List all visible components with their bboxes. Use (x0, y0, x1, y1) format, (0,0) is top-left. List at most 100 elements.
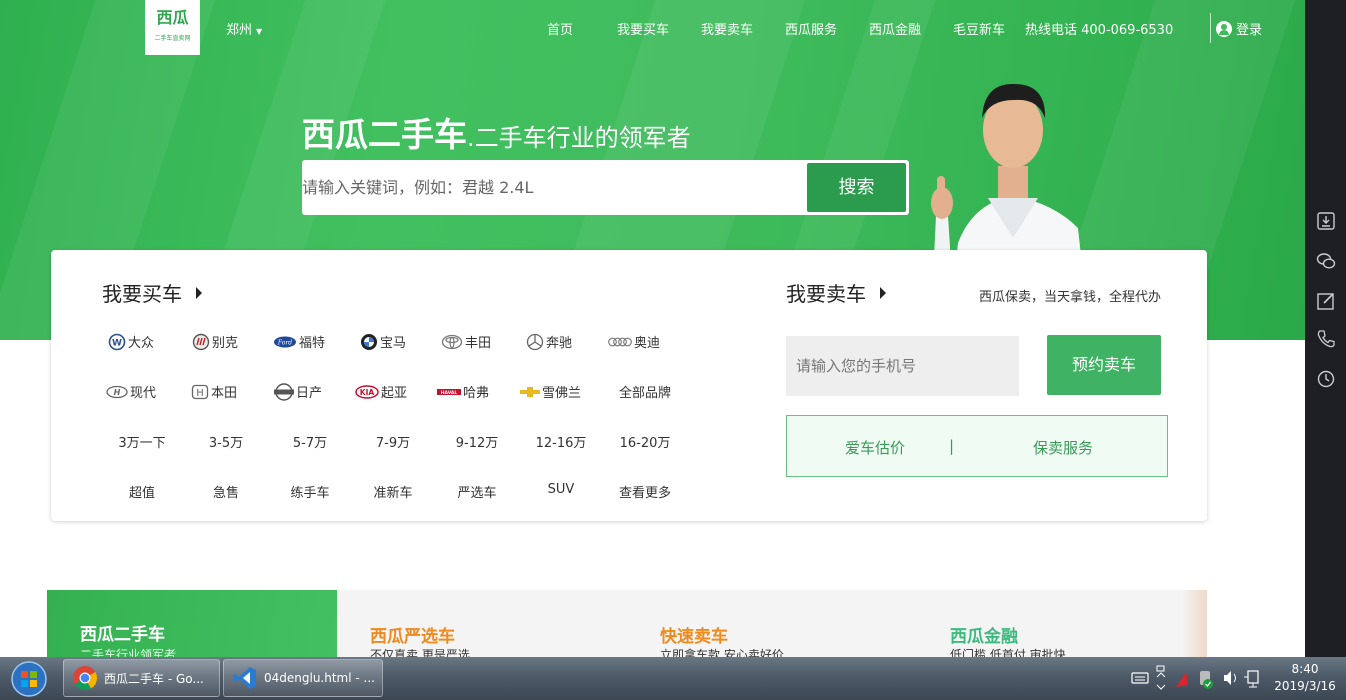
feature-strip: 西瓜二手车 二手车行业领军者 西瓜严选车 不仅真卖 更是严选 快速卖车 立即拿车… (47, 590, 1207, 660)
volkswagen-logo-icon: W (108, 333, 126, 350)
buy-section-title[interactable]: 我要买车 (102, 278, 202, 307)
price-range-1[interactable]: 3-5万 (186, 432, 266, 451)
city-label: 郑州 (226, 23, 253, 38)
slogan-main: 西瓜二手车 (302, 115, 467, 154)
svg-text:HAVAL: HAVAL (441, 390, 458, 396)
price-range-4[interactable]: 9-12万 (437, 432, 517, 451)
brand-label: 别克 (212, 336, 239, 351)
taskbar-vscode[interactable]: 04denglu.html - ... (223, 659, 383, 697)
taskbar-chrome[interactable]: 西瓜二手车 - Go... (63, 659, 220, 697)
tag-3[interactable]: 准新车 (353, 482, 433, 501)
guarantee-sell-link[interactable]: 保卖服务 (1033, 437, 1093, 458)
brand-label: 哈弗 (463, 386, 490, 401)
brand-hyundai[interactable]: H 现代 (106, 382, 156, 401)
brand-volkswagen[interactable]: W 大众 (108, 332, 154, 351)
feature-title-1[interactable]: 快速卖车 (660, 622, 728, 647)
brand-label: 现代 (130, 386, 157, 401)
nav-home[interactable]: 首页 (547, 19, 573, 38)
feature-title-0[interactable]: 西瓜严选车 (370, 622, 455, 647)
tag-1[interactable]: 急售 (186, 482, 266, 501)
keyboard-icon (1131, 672, 1149, 684)
feature-title-2[interactable]: 西瓜金融 (950, 622, 1018, 647)
buy-sell-card: 我要买车 W 大众 别克 Ford 福特 宝马 丰田 奔驰 奥迪 H 现代 H … (51, 250, 1207, 521)
price-range-2[interactable]: 5-7万 (270, 432, 350, 451)
brand-buick[interactable]: 别克 (192, 332, 238, 351)
caret-right-icon (880, 286, 886, 299)
svg-text:KIA: KIA (360, 388, 375, 397)
login-button[interactable]: 登录 (1216, 19, 1262, 38)
brand-kia[interactable]: KIA 起亚 (355, 382, 407, 401)
phone-input[interactable] (786, 336, 1019, 396)
flag-icon (1176, 672, 1188, 687)
search-button[interactable]: 搜索 (807, 163, 906, 212)
brand-all[interactable]: 全部品牌 (619, 382, 671, 401)
brand-nissan[interactable]: 日产 (274, 382, 322, 401)
edit-icon[interactable] (1316, 291, 1336, 311)
bmw-logo-icon (361, 333, 377, 350)
strip-decoration (1182, 590, 1207, 660)
buy-title-label: 我要买车 (102, 282, 182, 306)
valuation-link[interactable]: 爱车估价 (845, 437, 905, 458)
kia-logo-icon: KIA (355, 384, 379, 399)
clock-date: 2019/3/16 (1274, 679, 1336, 693)
nav-finance[interactable]: 西瓜金融 (869, 19, 921, 38)
phone-icon[interactable] (1316, 329, 1336, 349)
tag-2[interactable]: 练手车 (270, 482, 350, 501)
brand-audi[interactable]: 奥迪 (608, 332, 660, 351)
tag-4[interactable]: 严选车 (437, 482, 517, 501)
service-separator: | (949, 437, 955, 455)
brand-chevrolet[interactable]: 雪佛兰 (520, 382, 581, 401)
city-selector[interactable]: 郑州 ▼ (226, 19, 262, 38)
svg-text:W: W (112, 338, 122, 348)
clock-time: 8:40 (1291, 662, 1319, 676)
clock[interactable]: 8:40 2019/3/16 (1272, 661, 1338, 695)
brand-label: 本田 (211, 386, 238, 401)
search-input[interactable] (302, 160, 802, 215)
brand-toyota[interactable]: 丰田 (441, 332, 491, 351)
site-logo[interactable]: 西瓜 二手车直卖网 (145, 0, 200, 55)
brand-label: 雪佛兰 (542, 386, 582, 401)
ford-logo-icon: Ford (274, 336, 296, 347)
volume-icon (1224, 671, 1236, 685)
nav-sell[interactable]: 我要卖车 (701, 19, 753, 38)
slogan-rest: .二手车行业的领军者 (467, 124, 691, 152)
wechat-icon[interactable] (1316, 251, 1336, 271)
brand-honda[interactable]: H 本田 (191, 382, 237, 401)
brand-benz[interactable]: 奔驰 (526, 332, 572, 351)
brand-bmw[interactable]: 宝马 (360, 332, 406, 351)
svg-text:H: H (114, 388, 121, 397)
brand-haval[interactable]: HAVAL 哈弗 (437, 382, 489, 401)
tag-5[interactable]: SUV (521, 482, 601, 497)
history-icon[interactable] (1316, 369, 1336, 389)
logo-subtitle: 二手车直卖网 (154, 35, 191, 42)
nav-service[interactable]: 西瓜服务 (785, 19, 837, 38)
tray-expand-icon (1156, 665, 1166, 690)
chevrolet-logo-icon (520, 386, 540, 397)
search-box: 搜索 (302, 160, 909, 215)
price-range-0[interactable]: 3万一下 (102, 432, 182, 451)
user-icon (1216, 20, 1232, 37)
tag-6[interactable]: 查看更多 (605, 482, 685, 501)
brand-label: 宝马 (380, 336, 407, 351)
price-range-5[interactable]: 12-16万 (521, 432, 601, 451)
download-icon[interactable] (1316, 211, 1336, 231)
hero-slogan: 西瓜二手车.二手车行业的领军者 (302, 108, 691, 156)
tag-0[interactable]: 超值 (102, 482, 182, 501)
price-range-6[interactable]: 16-20万 (605, 432, 685, 451)
sell-section-title[interactable]: 我要卖车 (786, 278, 886, 307)
windows-taskbar: 西瓜二手车 - Go... 04denglu.html - ... 8:40 2… (0, 657, 1346, 700)
start-button[interactable] (4, 659, 54, 699)
hyundai-logo-icon: H (106, 385, 128, 398)
book-sell-button[interactable]: 预约卖车 (1047, 335, 1161, 395)
nav-new-car[interactable]: 毛豆新车 (953, 19, 1005, 38)
nav-buy[interactable]: 我要买车 (617, 19, 669, 38)
haval-logo-icon: HAVAL (437, 388, 461, 396)
network-icon (1244, 670, 1259, 688)
brand-ford[interactable]: Ford 福特 (273, 332, 325, 351)
chrome-icon (73, 666, 98, 691)
service-box: 爱车估价 | 保卖服务 (786, 415, 1168, 477)
nav-hotline: 热线电话 400-069-6530 (1025, 23, 1174, 38)
price-range-3[interactable]: 7-9万 (353, 432, 433, 451)
security-icon (1200, 671, 1213, 689)
honda-logo-icon: H (191, 384, 209, 399)
